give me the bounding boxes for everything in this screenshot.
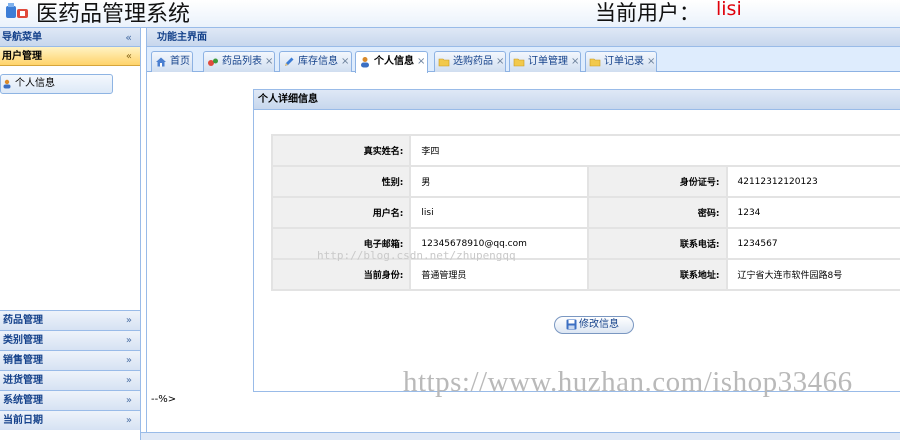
main-title: 功能主界面 — [157, 32, 207, 43]
sidebar-group-label: 销售管理 — [3, 355, 43, 366]
username-value: lisi — [409, 196, 590, 229]
id-number-label: 身份证号: — [587, 165, 728, 198]
sidebar-group-list: 药品管理 » 类别管理 » 销售管理 » 进货管理 » 系统管理 » 当前日期 … — [0, 310, 140, 430]
app-title: 医药品管理系统 — [36, 2, 191, 27]
tab-label: 库存信息 — [298, 56, 338, 67]
expand-group-icon[interactable]: » — [126, 371, 132, 390]
sidebar-item-personal-info[interactable]: 个人信息 — [0, 74, 113, 94]
tab-label: 选购药品 — [453, 56, 493, 67]
current-user-name: lisi — [716, 0, 742, 20]
main-header: 功能主界面 — [147, 28, 900, 47]
tab-strip: 首页 药品列表 × 库存信息 × 个人信息 × 选购药品 × 订单管理 × 订单… — [147, 47, 900, 73]
folder-icon — [513, 58, 525, 67]
sidebar-group-system-management[interactable]: 系统管理 » — [0, 390, 140, 410]
tab-label: 订单记录 — [604, 56, 644, 67]
close-tab-icon[interactable]: × — [265, 56, 273, 67]
sidebar-group-label: 系统管理 — [3, 395, 43, 406]
expand-group-icon[interactable]: » — [126, 331, 132, 350]
personal-info-table: 真实姓名: 李四 性别: 男 身份证号: 42112312120123 用户名:… — [270, 134, 900, 291]
watermark-shop-url: https://www.huzhan.com/ishop33466 — [403, 366, 853, 398]
close-tab-icon[interactable]: × — [341, 56, 349, 67]
collapse-sidebar-icon[interactable]: « — [125, 28, 132, 47]
app-header: 医药品管理系统 当前用户： lisi — [0, 0, 900, 28]
tab-drug-list[interactable]: 药品列表 × — [203, 51, 275, 72]
role-value: 普通管理员 — [409, 258, 590, 291]
password-value: 1234 — [725, 196, 900, 229]
pills-icon — [208, 58, 218, 66]
table-row: 当前身份: 普通管理员 联系地址: 辽宁省大连市软件园路8号 — [270, 258, 900, 291]
navigation-sidebar: 导航菜单 « 用户管理 « 个人信息 药品管理 » 类别管理 » 销售管理 » … — [0, 28, 141, 440]
tab-personal-info[interactable]: 个人信息 × — [355, 51, 428, 73]
expand-group-icon[interactable]: » — [126, 351, 132, 370]
folder-icon — [589, 58, 601, 67]
password-label: 密码: — [587, 196, 728, 229]
close-tab-icon[interactable]: × — [417, 56, 425, 67]
close-tab-icon[interactable]: × — [571, 56, 579, 67]
tab-home[interactable]: 首页 — [151, 51, 193, 72]
tab-content: 个人详细信息 真实姓名: 李四 性别: 男 身份证号: 421123121201… — [147, 74, 900, 440]
sidebar-group-label: 药品管理 — [3, 315, 43, 326]
expand-group-icon[interactable]: » — [126, 411, 132, 430]
sidebar-group-sales-management[interactable]: 销售管理 » — [0, 350, 140, 370]
personal-detail-panel: 个人详细信息 真实姓名: 李四 性别: 男 身份证号: 421123121201… — [253, 89, 900, 392]
medicine-logo-icon — [6, 3, 28, 18]
table-row: 性别: 男 身份证号: 42112312120123 — [270, 165, 900, 198]
tab-inventory[interactable]: 库存信息 × — [279, 51, 352, 72]
save-icon — [566, 319, 577, 330]
edit-info-label: 修改信息 — [579, 319, 619, 330]
sidebar-group-label: 进货管理 — [3, 375, 43, 386]
close-tab-icon[interactable]: × — [496, 56, 504, 67]
expand-group-icon[interactable]: » — [126, 311, 132, 330]
sidebar-group-user-management[interactable]: 用户管理 « — [0, 47, 140, 66]
sidebar-title: 导航菜单 — [2, 32, 42, 43]
phone-label: 联系电话: — [587, 227, 728, 260]
expand-group-icon[interactable]: » — [126, 391, 132, 410]
address-value: 辽宁省大连市软件园路8号 — [725, 258, 900, 291]
id-number-value: 42112312120123 — [725, 165, 900, 198]
current-user-label: 当前用户： — [595, 1, 700, 25]
username-label: 用户名: — [270, 196, 412, 229]
folder-icon — [438, 58, 450, 67]
stray-code-text: --%> — [151, 394, 177, 405]
tab-label: 药品列表 — [222, 56, 262, 67]
sidebar-group-current-date[interactable]: 当前日期 » — [0, 410, 140, 430]
phone-value: 1234567 — [725, 227, 900, 260]
sidebar-group-category-management[interactable]: 类别管理 » — [0, 330, 140, 350]
user-icon — [361, 57, 369, 68]
pencil-icon — [285, 57, 294, 66]
role-label: 当前身份: — [270, 258, 412, 291]
sidebar-group-purchase-management[interactable]: 进货管理 » — [0, 370, 140, 390]
address-label: 联系地址: — [587, 258, 728, 291]
sidebar-item-label: 个人信息 — [15, 78, 55, 89]
gender-value: 男 — [409, 165, 590, 198]
bottom-scrollbar[interactable] — [141, 432, 900, 440]
gender-label: 性别: — [270, 165, 412, 198]
home-icon — [156, 57, 166, 67]
sidebar-group-label: 当前日期 — [3, 415, 43, 426]
table-row: 真实姓名: 李四 — [270, 134, 900, 167]
real-name-label: 真实姓名: — [270, 134, 412, 167]
table-row: 用户名: lisi 密码: 1234 — [270, 196, 900, 229]
sidebar-group-drug-management[interactable]: 药品管理 » — [0, 310, 140, 330]
real-name-value: 李四 — [409, 134, 900, 167]
tab-label: 首页 — [170, 56, 190, 67]
sidebar-group-label: 类别管理 — [3, 335, 43, 346]
collapse-group-icon[interactable]: « — [126, 47, 132, 66]
tab-order-management[interactable]: 订单管理 × — [509, 51, 581, 72]
edit-info-button[interactable]: 修改信息 — [554, 316, 634, 334]
main-area: 功能主界面 首页 药品列表 × 库存信息 × 个人信息 × 选购药品 × 订单管… — [146, 28, 900, 440]
sidebar-header: 导航菜单 « — [0, 28, 140, 47]
watermark-blog-url: http://blog.csdn.net/zhupengqq — [317, 249, 516, 262]
tab-select-drugs[interactable]: 选购药品 × — [434, 51, 506, 72]
tab-order-records[interactable]: 订单记录 × — [585, 51, 657, 72]
tab-label: 个人信息 — [374, 56, 414, 67]
user-icon — [3, 79, 11, 89]
close-tab-icon[interactable]: × — [647, 56, 655, 67]
sidebar-group-label: 用户管理 — [2, 51, 42, 62]
tab-label: 订单管理 — [528, 56, 568, 67]
detail-panel-title: 个人详细信息 — [254, 90, 900, 110]
